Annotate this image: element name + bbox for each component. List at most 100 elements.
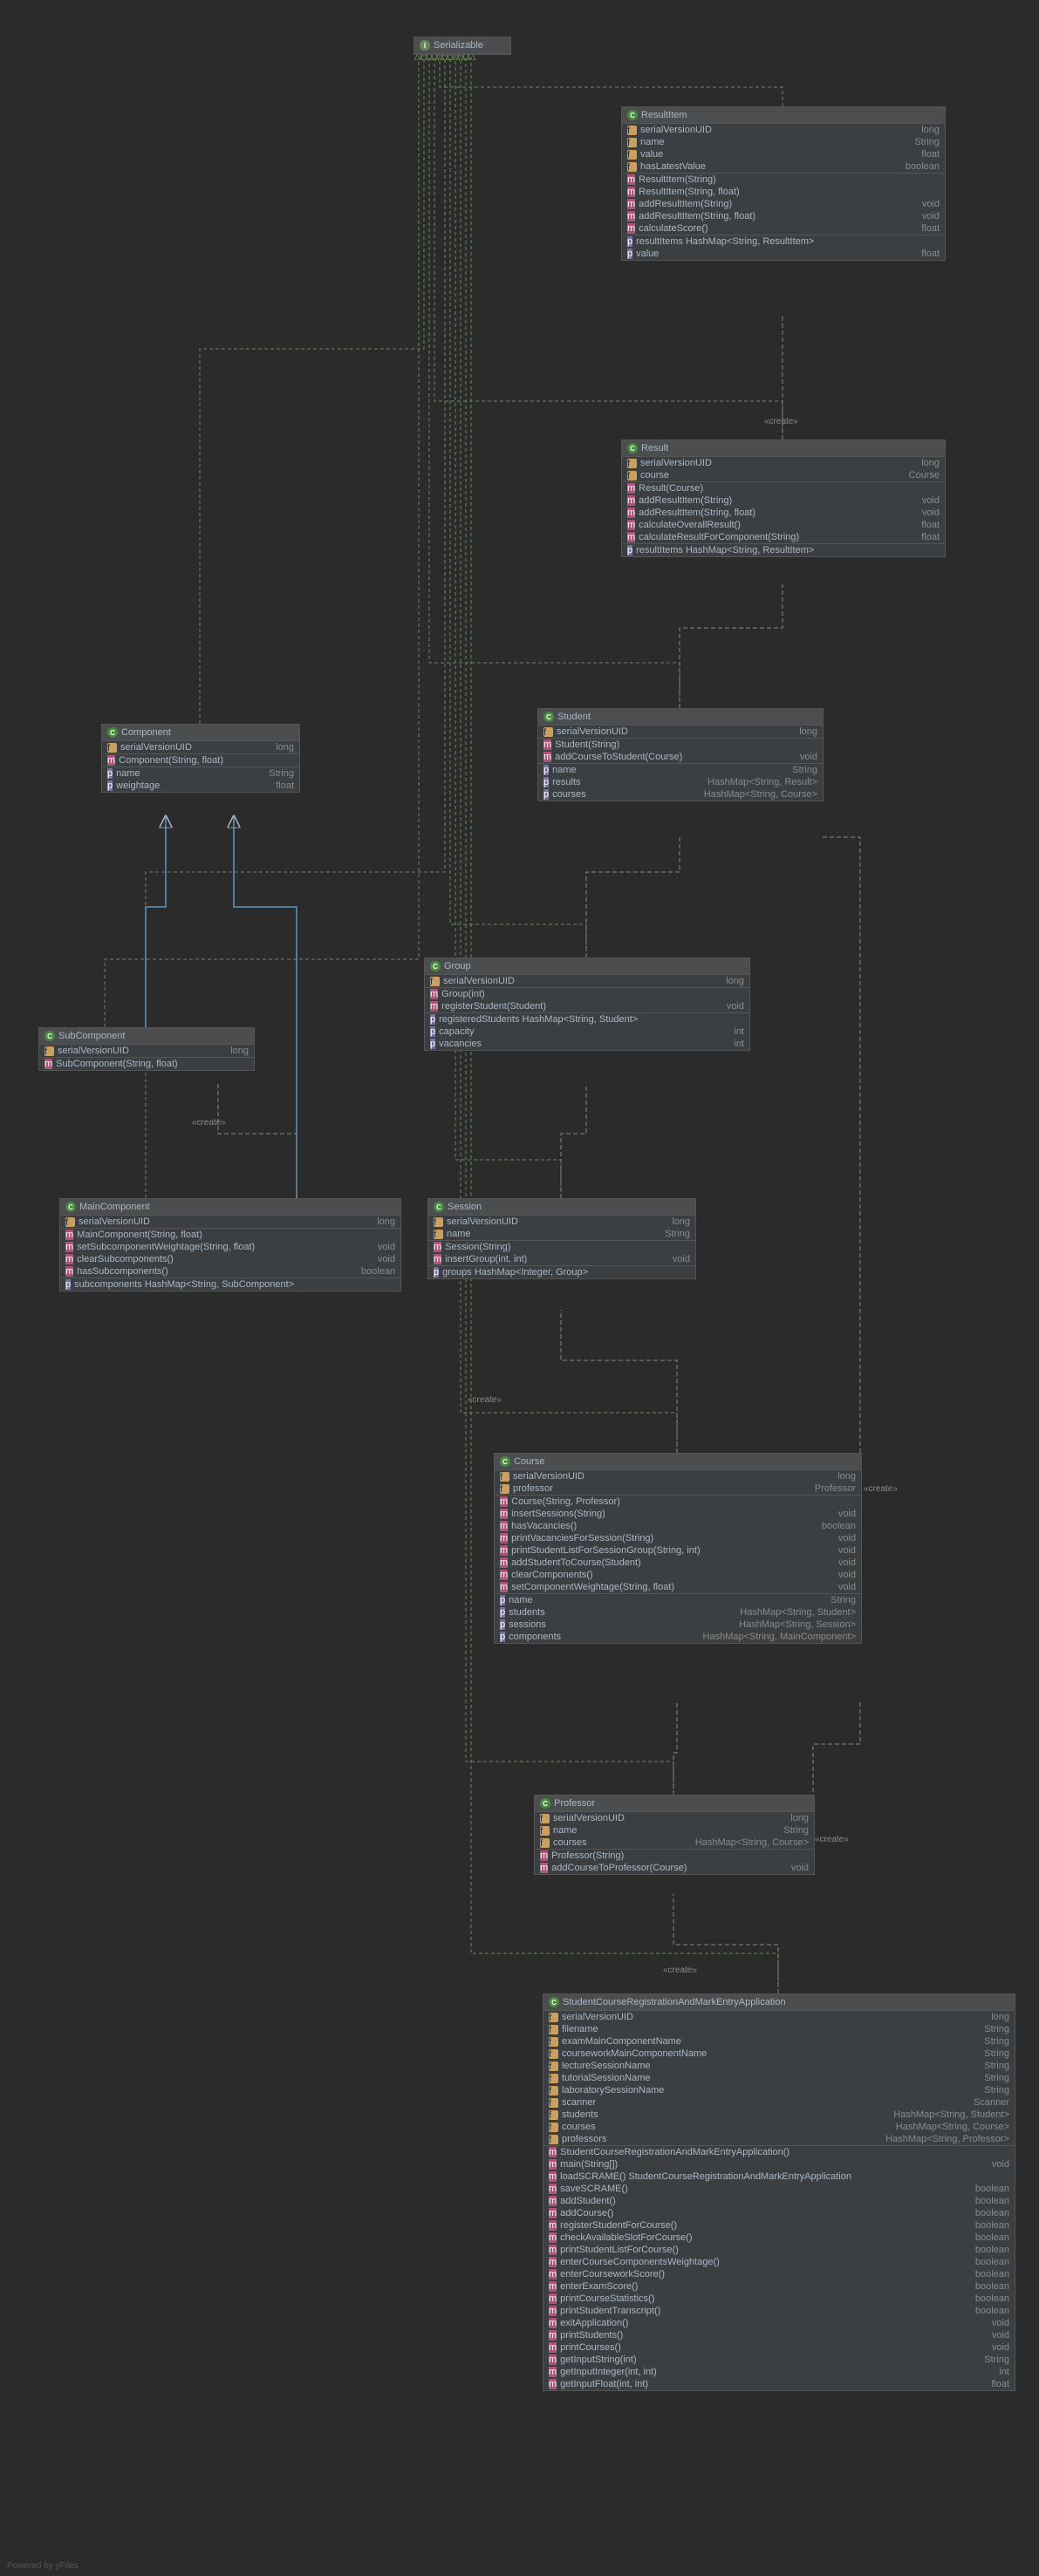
member-row[interactable]: maddCourseToStudent(Course)void — [538, 751, 823, 763]
member-row[interactable]: fcoursesHashMap<String, Course> — [535, 1837, 814, 1849]
member-row[interactable]: pnameString — [538, 763, 823, 776]
member-row[interactable]: msaveSCRAME()boolean — [543, 2183, 1015, 2195]
member-row[interactable]: fnameString — [428, 1228, 695, 1240]
member-row[interactable]: mprintVacanciesForSession(String)void — [495, 1532, 861, 1544]
member-row[interactable]: mprintCourses()void — [543, 2341, 1015, 2354]
class-app[interactable]: CStudentCourseRegistrationAndMarkEntryAp… — [543, 1993, 1015, 2391]
member-row[interactable]: mStudentCourseRegistrationAndMarkEntryAp… — [543, 2145, 1015, 2158]
member-row[interactable]: fcourseCourse — [622, 469, 945, 481]
member-row[interactable]: mProfessor(String) — [535, 1849, 814, 1862]
member-row[interactable]: mexitApplication()void — [543, 2317, 1015, 2329]
member-row[interactable]: mResult(Course) — [622, 481, 945, 494]
member-row[interactable]: mStudent(String) — [538, 738, 823, 751]
member-row[interactable]: mcalculateResultForComponent(String)floa… — [622, 531, 945, 543]
member-row[interactable]: psubcomponents HashMap<String, SubCompon… — [60, 1278, 400, 1291]
member-row[interactable]: pnameString — [495, 1593, 861, 1606]
member-row[interactable]: mregisterStudent(Student)void — [425, 1000, 749, 1012]
member-row[interactable]: fnameString — [535, 1824, 814, 1837]
member-row[interactable]: presultItems HashMap<String, ResultItem> — [622, 235, 945, 248]
member-row[interactable]: fserialVersionUIDlong — [102, 741, 299, 753]
member-row[interactable]: presultsHashMap<String, Result> — [538, 776, 823, 788]
member-row[interactable]: fprofessorProfessor — [495, 1482, 861, 1495]
member-row[interactable]: mgetInputInteger(int, int)int — [543, 2366, 1015, 2378]
member-row[interactable]: ftutorialSessionNameString — [543, 2072, 1015, 2084]
member-row[interactable]: mprintStudentListForCourse()boolean — [543, 2244, 1015, 2256]
class-mainComponent[interactable]: CMainComponentfserialVersionUIDlongmMain… — [59, 1198, 401, 1291]
member-row[interactable]: mmain(String[])void — [543, 2158, 1015, 2171]
class-component[interactable]: CComponentfserialVersionUIDlongmComponen… — [101, 724, 300, 793]
member-row[interactable]: minsertGroup(int, int)void — [428, 1253, 695, 1265]
member-row[interactable]: maddResultItem(String)void — [622, 198, 945, 210]
member-row[interactable]: ffilenameString — [543, 2023, 1015, 2035]
member-row[interactable]: pnameString — [102, 767, 299, 780]
member-row[interactable]: maddCourseToProfessor(Course)void — [535, 1862, 814, 1874]
class-header[interactable]: CStudentCourseRegistrationAndMarkEntryAp… — [543, 1994, 1015, 2011]
class-course[interactable]: CCoursefserialVersionUIDlongfprofessorPr… — [494, 1453, 862, 1644]
member-row[interactable]: msetComponentWeightage(String, float)voi… — [495, 1581, 861, 1593]
member-row[interactable]: pvaluefloat — [622, 248, 945, 260]
member-row[interactable]: maddCourse()boolean — [543, 2207, 1015, 2219]
member-row[interactable]: mhasVacancies()boolean — [495, 1520, 861, 1532]
member-row[interactable]: mgetInputString(int)String — [543, 2354, 1015, 2366]
class-student[interactable]: CStudentfserialVersionUIDlongmStudent(St… — [537, 708, 824, 801]
class-header[interactable]: CResult — [622, 440, 945, 457]
member-row[interactable]: mComponent(String, float) — [102, 753, 299, 767]
member-row[interactable]: fexamMainComponentNameString — [543, 2035, 1015, 2048]
member-row[interactable]: mprintStudentListForSessionGroup(String,… — [495, 1544, 861, 1557]
member-row[interactable]: mSubComponent(String, float) — [39, 1057, 254, 1070]
member-row[interactable]: pregisteredStudents HashMap<String, Stud… — [425, 1012, 749, 1026]
member-row[interactable]: flaboratorySessionNameString — [543, 2084, 1015, 2096]
class-professor[interactable]: CProfessorfserialVersionUIDlongfnameStri… — [534, 1795, 815, 1875]
class-header[interactable]: CSubComponent — [39, 1028, 254, 1045]
member-row[interactable]: pgroups HashMap<Integer, Group> — [428, 1265, 695, 1278]
class-header[interactable]: ISerializable — [414, 37, 510, 54]
member-row[interactable]: mclearSubcomponents()void — [60, 1253, 400, 1265]
member-row[interactable]: fserialVersionUIDlong — [538, 726, 823, 738]
member-row[interactable]: mprintCourseStatistics()boolean — [543, 2293, 1015, 2305]
class-subComponent[interactable]: CSubComponentfserialVersionUIDlongmSubCo… — [38, 1027, 255, 1071]
member-row[interactable]: mgetInputFloat(int, int)float — [543, 2378, 1015, 2390]
class-result[interactable]: CResultfserialVersionUIDlongfcourseCours… — [621, 440, 946, 557]
member-row[interactable]: fserialVersionUIDlong — [535, 1812, 814, 1824]
member-row[interactable]: pvacanciesint — [425, 1038, 749, 1050]
member-row[interactable]: fserialVersionUIDlong — [428, 1216, 695, 1228]
member-row[interactable]: mGroup(int) — [425, 987, 749, 1000]
member-row[interactable]: maddResultItem(String, float)void — [622, 507, 945, 519]
member-row[interactable]: mhasSubcomponents()boolean — [60, 1265, 400, 1278]
member-row[interactable]: fserialVersionUIDlong — [622, 457, 945, 469]
member-row[interactable]: maddStudent()boolean — [543, 2195, 1015, 2207]
member-row[interactable]: mResultItem(String) — [622, 173, 945, 186]
member-row[interactable]: fserialVersionUIDlong — [543, 2011, 1015, 2023]
member-row[interactable]: fstudentsHashMap<String, Student> — [543, 2109, 1015, 2121]
member-row[interactable]: maddResultItem(String)void — [622, 494, 945, 507]
member-row[interactable]: mSession(String) — [428, 1240, 695, 1253]
member-row[interactable]: menterCourseComponentsWeightage()boolean — [543, 2256, 1015, 2268]
member-row[interactable]: minsertSessions(String)void — [495, 1508, 861, 1520]
member-row[interactable]: mprintStudents()void — [543, 2329, 1015, 2341]
class-header[interactable]: CCourse — [495, 1454, 861, 1470]
member-row[interactable]: mcheckAvailableSlotForCourse()boolean — [543, 2232, 1015, 2244]
member-row[interactable]: fscannerScanner — [543, 2096, 1015, 2109]
class-header[interactable]: CGroup — [425, 958, 749, 975]
class-session[interactable]: CSessionfserialVersionUIDlongfnameString… — [427, 1198, 696, 1279]
class-header[interactable]: CComponent — [102, 725, 299, 741]
member-row[interactable]: mcalculateOverallResult()float — [622, 519, 945, 531]
member-row[interactable]: mregisterStudentForCourse()boolean — [543, 2219, 1015, 2232]
member-row[interactable]: flectureSessionNameString — [543, 2060, 1015, 2072]
member-row[interactable]: mCourse(String, Professor) — [495, 1495, 861, 1508]
member-row[interactable]: pcomponentsHashMap<String, MainComponent… — [495, 1631, 861, 1643]
member-row[interactable]: pcapacityint — [425, 1026, 749, 1038]
member-row[interactable]: menterExamScore()boolean — [543, 2280, 1015, 2293]
class-serializable[interactable]: ISerializable — [414, 37, 511, 55]
member-row[interactable]: fnameString — [622, 136, 945, 148]
member-row[interactable]: maddResultItem(String, float)void — [622, 210, 945, 222]
member-row[interactable]: msetSubcomponentWeightage(String, float)… — [60, 1241, 400, 1253]
member-row[interactable]: fserialVersionUIDlong — [495, 1470, 861, 1482]
member-row[interactable]: pweightagefloat — [102, 780, 299, 792]
member-row[interactable]: presultItems HashMap<String, ResultItem> — [622, 543, 945, 556]
member-row[interactable]: fvaluefloat — [622, 148, 945, 160]
class-header[interactable]: CMainComponent — [60, 1199, 400, 1216]
member-row[interactable]: fserialVersionUIDlong — [425, 975, 749, 987]
class-resultItem[interactable]: CResultItemfserialVersionUIDlongfnameStr… — [621, 106, 946, 261]
class-header[interactable]: CResultItem — [622, 107, 945, 124]
